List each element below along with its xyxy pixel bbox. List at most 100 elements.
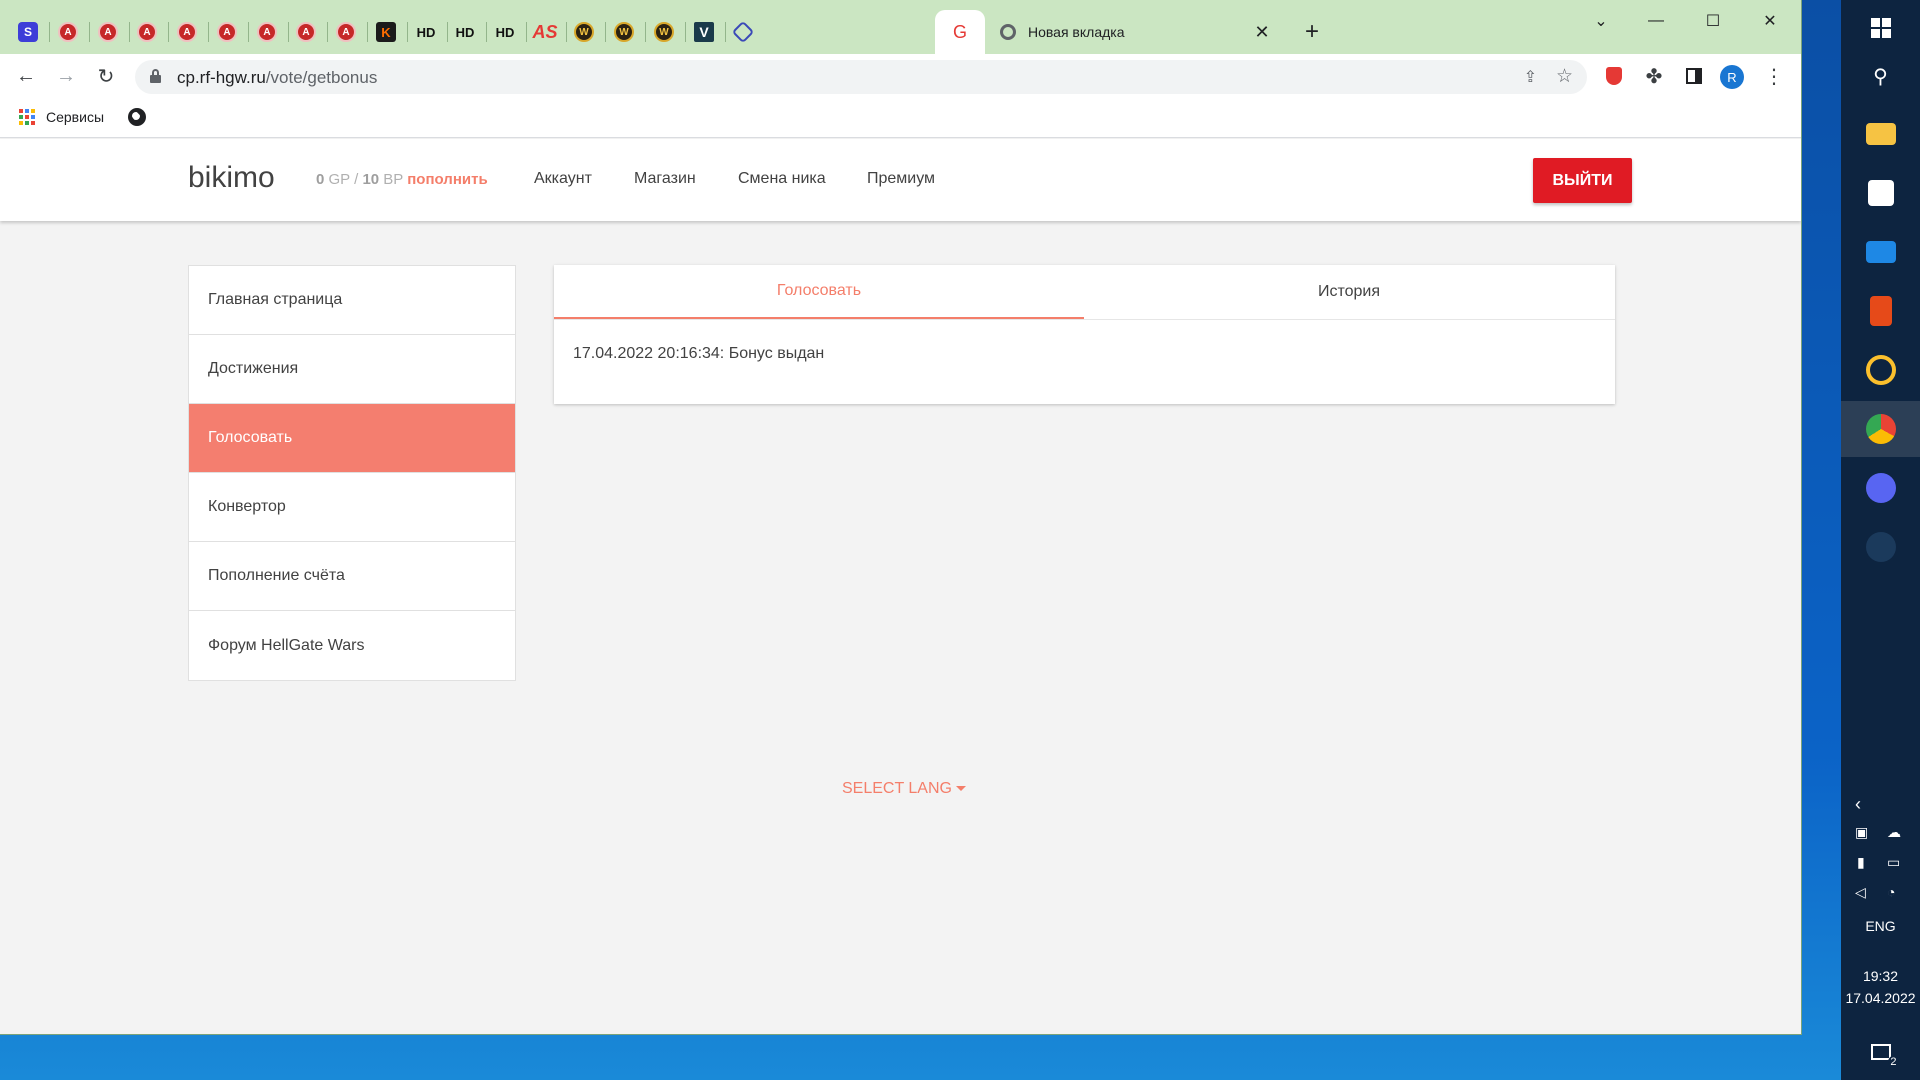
steam-icon[interactable] — [1841, 519, 1920, 575]
pinned-tab[interactable]: V — [682, 10, 726, 54]
wifi-icon[interactable]: ◔ — [1887, 884, 1895, 900]
menu-dots-icon[interactable]: ⋮ — [1760, 62, 1788, 90]
sidebar-item-forum[interactable]: Форум HellGate Wars — [189, 611, 515, 680]
pinned-tab[interactable]: W — [562, 10, 606, 54]
pinned-tab[interactable]: A — [86, 10, 130, 54]
clock-date[interactable]: 17.04.2022 — [1841, 990, 1920, 1006]
music-icon[interactable] — [1841, 342, 1920, 398]
pinned-tab[interactable]: A — [205, 10, 249, 54]
bookmark-star-icon[interactable]: ☆ — [1556, 65, 1573, 88]
sidebar-item-vote[interactable]: Голосовать — [189, 404, 515, 473]
pinned-tab[interactable]: W — [642, 10, 686, 54]
red-ring-icon: A — [98, 22, 118, 42]
office-icon[interactable] — [1841, 283, 1920, 339]
share-icon[interactable]: ⇪ — [1524, 67, 1537, 87]
chrome-icon — [1000, 24, 1016, 40]
v-icon: V — [694, 22, 714, 42]
cloud-icon[interactable]: ☁ — [1887, 824, 1901, 841]
address-bar[interactable]: cp.rf-hgw.ru/vote/getbonus ⇪ ☆ — [135, 60, 1587, 94]
store-icon[interactable] — [1841, 165, 1920, 221]
nav-account[interactable]: Аккаунт — [534, 170, 592, 188]
red-ring-icon: A — [137, 22, 157, 42]
pinned-tab[interactable] — [721, 10, 765, 54]
side-panel-icon[interactable] — [1680, 62, 1708, 90]
tab-title: Новая вкладка — [1028, 24, 1125, 40]
lock-icon — [150, 69, 161, 83]
taskbar: ⚲ ‹ ▣ ☁ ▮ ▭ ◁ ◔ ENG 19:32 17.04.2022 2 — [1841, 0, 1920, 1080]
microphone-icon[interactable]: ▮ — [1857, 854, 1865, 871]
hd-icon: HD — [416, 24, 436, 40]
red-ring-icon: A — [177, 22, 197, 42]
pinned-tab[interactable]: HD — [483, 10, 527, 54]
file-explorer-icon[interactable] — [1841, 106, 1920, 162]
nav-change-nick[interactable]: Смена ника — [738, 170, 826, 188]
nav-premium[interactable]: Премиум — [867, 170, 935, 188]
apps-grid-icon[interactable] — [19, 109, 35, 125]
browser-toolbar: ← → ↻ cp.rf-hgw.ru/vote/getbonus ⇪ ☆ ✤ R… — [0, 54, 1801, 98]
clock-time[interactable]: 19:32 — [1841, 968, 1920, 984]
tab-history[interactable]: История — [1084, 265, 1614, 319]
language-indicator[interactable]: ENG — [1841, 918, 1920, 934]
discord-icon[interactable] — [1841, 460, 1920, 516]
wow-icon: W — [574, 22, 594, 42]
notifications-icon[interactable]: 2 — [1841, 1024, 1920, 1080]
battery-icon[interactable]: ▭ — [1887, 854, 1900, 871]
browser-window: S A A A A A A A A K HD HD HD AS W W W V … — [0, 0, 1801, 1034]
search-icon[interactable]: ⚲ — [1841, 48, 1920, 104]
as-icon: AS — [532, 21, 558, 42]
wow-icon: W — [654, 22, 674, 42]
active-pinned-tab[interactable]: G — [935, 10, 985, 54]
pinned-tab[interactable]: HD — [443, 10, 487, 54]
pinned-tab[interactable]: K — [364, 10, 408, 54]
globe-icon[interactable] — [128, 108, 146, 126]
url-text[interactable]: cp.rf-hgw.ru/vote/getbonus — [177, 68, 377, 88]
pinned-tab[interactable]: S — [6, 10, 50, 54]
g-icon: G — [952, 21, 967, 42]
sidebar-item-topup[interactable]: Пополнение счёта — [189, 542, 515, 611]
reload-icon[interactable]: ↻ — [92, 62, 120, 90]
red-ring-icon: A — [217, 22, 237, 42]
minimize-button[interactable]: — — [1633, 6, 1679, 36]
pinned-tab[interactable]: A — [165, 10, 209, 54]
volume-icon[interactable]: ◁ — [1855, 884, 1866, 901]
nav-shop[interactable]: Магазин — [634, 170, 696, 188]
pinned-tab[interactable]: A — [245, 10, 289, 54]
sidebar-item-home[interactable]: Главная страница — [189, 266, 515, 335]
wow-icon: W — [614, 22, 634, 42]
forward-icon[interactable]: → — [52, 62, 80, 90]
pinned-tab[interactable]: A — [125, 10, 169, 54]
pinned-tab[interactable]: A — [284, 10, 328, 54]
shield-extension-icon[interactable] — [1600, 62, 1628, 90]
topup-link[interactable]: пополнить — [407, 171, 487, 188]
profile-avatar[interactable]: R — [1720, 65, 1744, 89]
mail-icon[interactable] — [1841, 224, 1920, 280]
red-ring-icon: A — [257, 22, 277, 42]
pinned-tab[interactable]: A — [324, 10, 368, 54]
hd-icon: HD — [455, 24, 475, 40]
tab-search-icon[interactable]: ⌄ — [1578, 6, 1624, 36]
new-tab-button[interactable]: + — [1298, 18, 1326, 46]
extensions-puzzle-icon[interactable]: ✤ — [1640, 62, 1668, 90]
logout-button[interactable]: ВЫЙТИ — [1533, 158, 1632, 203]
pinned-tab[interactable]: AS — [523, 10, 567, 54]
sidebar-item-converter[interactable]: Конвертор — [189, 473, 515, 542]
maximize-button[interactable]: ☐ — [1690, 6, 1736, 36]
pinned-tab[interactable]: A — [46, 10, 90, 54]
chrome-icon[interactable] — [1841, 401, 1920, 457]
s-icon: S — [18, 22, 38, 42]
username: bikimo — [188, 161, 275, 194]
hex-icon — [731, 20, 755, 44]
select-lang-dropdown[interactable]: SELECT LANG — [842, 780, 966, 798]
red-ring-icon: A — [296, 22, 316, 42]
meet-icon[interactable]: ▣ — [1855, 824, 1868, 841]
close-tab-icon[interactable]: ✕ — [1252, 22, 1272, 42]
close-window-button[interactable]: ✕ — [1747, 6, 1793, 36]
back-icon[interactable]: ← — [12, 62, 40, 90]
tab-vote[interactable]: Голосовать — [554, 265, 1084, 319]
tab-new-tab[interactable]: Новая вкладка ✕ — [988, 10, 1284, 54]
sidebar-item-achievements[interactable]: Достижения — [189, 335, 515, 404]
chevron-up-icon[interactable]: ‹ — [1855, 794, 1861, 815]
pinned-tab[interactable]: W — [602, 10, 646, 54]
bookmark-services[interactable]: Сервисы — [46, 109, 104, 125]
pinned-tab[interactable]: HD — [404, 10, 448, 54]
